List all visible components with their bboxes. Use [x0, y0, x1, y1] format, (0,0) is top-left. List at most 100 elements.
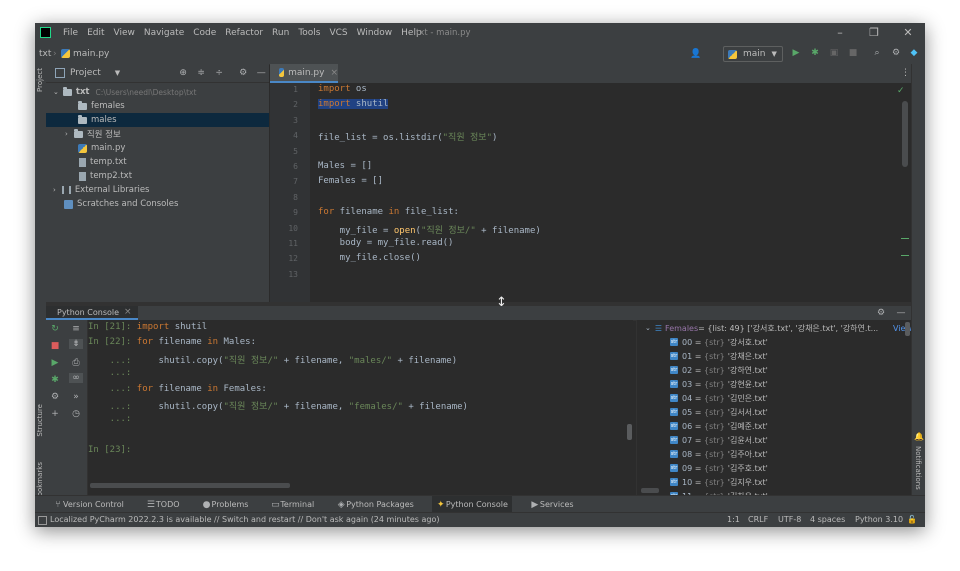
tree-item[interactable]: main.py	[46, 141, 269, 155]
line-separator[interactable]: CRLF	[748, 515, 768, 524]
tree-scratches[interactable]: Scratches and Consoles	[46, 197, 269, 211]
print-icon[interactable]: ⎙	[71, 358, 81, 368]
menu-navigate[interactable]: Navigate	[144, 28, 184, 38]
tree-external-libraries[interactable]: › External Libraries	[46, 183, 269, 197]
console-hscrollbar[interactable]	[90, 483, 290, 488]
user-icon[interactable]: 👤	[690, 49, 701, 59]
settings-icon[interactable]: ⚙	[891, 48, 901, 58]
variable-item[interactable]: str 09 = {str} '김주호.txt'	[637, 461, 912, 475]
add-icon[interactable]: +	[50, 409, 60, 419]
indent-setting[interactable]: 4 spaces	[810, 515, 845, 524]
close-tab-icon[interactable]: ×	[124, 307, 132, 317]
gear-icon[interactable]: ⚙	[238, 68, 248, 78]
plugin-icon[interactable]: ◆	[909, 48, 919, 58]
menu-edit[interactable]: Edit	[87, 28, 104, 38]
stop-icon[interactable]: ■	[50, 341, 60, 351]
hide-icon[interactable]: —	[896, 308, 906, 318]
tree-root[interactable]: ⌄ txt C:\Users\needl\Desktop\txt	[46, 85, 269, 99]
menu-window[interactable]: Window	[357, 28, 393, 38]
file-encoding[interactable]: UTF-8	[778, 515, 801, 524]
run-icon[interactable]: ▶	[791, 48, 801, 58]
menu-code[interactable]: Code	[193, 28, 216, 38]
coverage-icon[interactable]: ▣	[829, 48, 839, 58]
structure-tool-button[interactable]: Structure	[36, 404, 44, 437]
code-token: import	[318, 99, 351, 110]
variable-item[interactable]: str 02 = {str} '강하연.txt'	[637, 363, 912, 377]
variable-item[interactable]: str 10 = {str} '김지우.txt'	[637, 475, 912, 489]
breadcrumb-project[interactable]: txt	[39, 49, 51, 59]
tool-python-packages[interactable]: ◈ Python Packages	[332, 496, 418, 513]
menu-tools[interactable]: Tools	[298, 28, 320, 38]
hide-icon[interactable]: —	[256, 68, 266, 78]
variable-item[interactable]: str 08 = {str} '김주아.txt'	[637, 447, 912, 461]
string-type-icon: str	[670, 394, 678, 402]
restore-icon[interactable]: ❐	[867, 27, 881, 39]
python-interpreter[interactable]: Python 3.10	[855, 515, 903, 524]
tool-version-control[interactable]: ⑂ Version Control	[49, 496, 128, 513]
tree-item[interactable]: temp2.txt	[46, 169, 269, 183]
python-console-output[interactable]: In [21]: import shutil In [22]: for filen…	[88, 320, 633, 488]
variable-item[interactable]: str 00 = {str} '강서호.txt'	[637, 335, 912, 349]
tree-item[interactable]: females	[46, 99, 269, 113]
chevron-down-icon[interactable]: ▼	[115, 69, 120, 77]
collapse-all-icon[interactable]: ÷	[214, 68, 224, 78]
breadcrumb-file[interactable]: main.py	[73, 49, 109, 59]
execute-icon[interactable]: ▶	[50, 358, 60, 368]
locate-icon[interactable]: ⊕	[178, 68, 188, 78]
minimize-icon[interactable]: –	[833, 27, 847, 39]
tree-item[interactable]: temp.txt	[46, 155, 269, 169]
project-tool-button[interactable]: Project	[36, 68, 44, 92]
close-tab-icon[interactable]: ×	[330, 68, 338, 78]
menu-file[interactable]: File	[63, 28, 78, 38]
variable-item[interactable]: str 03 = {str} '강현윤.txt'	[637, 377, 912, 391]
console-token: "직원 정보/"	[223, 355, 279, 366]
tree-item[interactable]: › 직원 정보	[46, 127, 269, 141]
tool-terminal[interactable]: ▭ Terminal	[266, 496, 318, 513]
notifications-tool-button[interactable]: Notifications	[914, 446, 922, 490]
history-icon[interactable]: ◷	[71, 409, 81, 419]
fast-forward-icon[interactable]: »	[71, 392, 81, 402]
menu-view[interactable]: View	[114, 28, 135, 38]
variable-item[interactable]: str 05 = {str} '김서서.txt'	[637, 405, 912, 419]
variable-item[interactable]: str 06 = {str} '김예준.txt'	[637, 419, 912, 433]
run-config-select[interactable]: main ▼	[723, 46, 783, 62]
menu-refactor[interactable]: Refactor	[225, 28, 263, 38]
debug-icon[interactable]: ✱	[50, 375, 60, 385]
settings-icon[interactable]: ⚙	[50, 392, 60, 402]
menu-vcs[interactable]: VCS	[329, 28, 347, 38]
variable-item[interactable]: str 04 = {str} '김민은.txt'	[637, 391, 912, 405]
lock-icon[interactable]: 🔓	[907, 515, 917, 524]
stop-icon[interactable]: ■	[848, 48, 858, 58]
more-options-icon[interactable]: ⋮	[901, 68, 910, 78]
soft-wrap-icon[interactable]: ≡	[71, 324, 81, 334]
close-icon[interactable]: ✕	[901, 27, 915, 39]
editor-tab-main-py[interactable]: main.py ×	[270, 64, 338, 83]
console-tab[interactable]: Python Console ×	[46, 306, 138, 320]
search-icon[interactable]: ⌕	[872, 48, 882, 58]
gear-icon[interactable]: ⚙	[876, 308, 886, 318]
tool-problems[interactable]: ● Problems	[198, 496, 253, 513]
rerun-icon[interactable]: ↻	[50, 324, 60, 334]
tool-services[interactable]: ▶ Services	[526, 496, 578, 513]
scroll-to-end-icon[interactable]: ⇟	[69, 339, 83, 349]
variable-equals: =	[692, 365, 704, 375]
variable-item[interactable]: str 07 = {str} '김윤서.txt'	[637, 433, 912, 447]
variable-header-females[interactable]: ⌄ ☰ Females = {list: 49} ['강서호.txt', '강채…	[637, 321, 912, 335]
status-message[interactable]: Localized PyCharm 2022.2.3 is available …	[50, 515, 439, 524]
tool-todo[interactable]: ☰ TODO	[142, 496, 184, 513]
variable-item[interactable]: str 01 = {str} '강채은.txt'	[637, 349, 912, 363]
expand-all-icon[interactable]: ≑	[196, 68, 206, 78]
variables-hscrollbar[interactable]	[641, 488, 659, 493]
variables-scrollbar[interactable]	[905, 322, 910, 336]
show-variables-icon[interactable]: ∞	[69, 373, 83, 383]
console-scrollbar[interactable]	[627, 424, 632, 440]
debug-icon[interactable]: ✱	[810, 48, 820, 58]
menu-run[interactable]: Run	[272, 28, 289, 38]
code-editor[interactable]: 1 2 3 4 5 6 7 8 9 10 11 12 13 import os import shutil…	[270, 83, 911, 302]
variable-type: {str}	[703, 337, 725, 347]
project-view-select[interactable]: Project	[70, 68, 101, 78]
tree-item-selected[interactable]: males	[46, 113, 269, 127]
caret-position[interactable]: 1:1	[727, 515, 740, 524]
editor-scrollbar[interactable]	[902, 101, 908, 167]
tool-python-console[interactable]: ✦ Python Console	[431, 496, 512, 513]
